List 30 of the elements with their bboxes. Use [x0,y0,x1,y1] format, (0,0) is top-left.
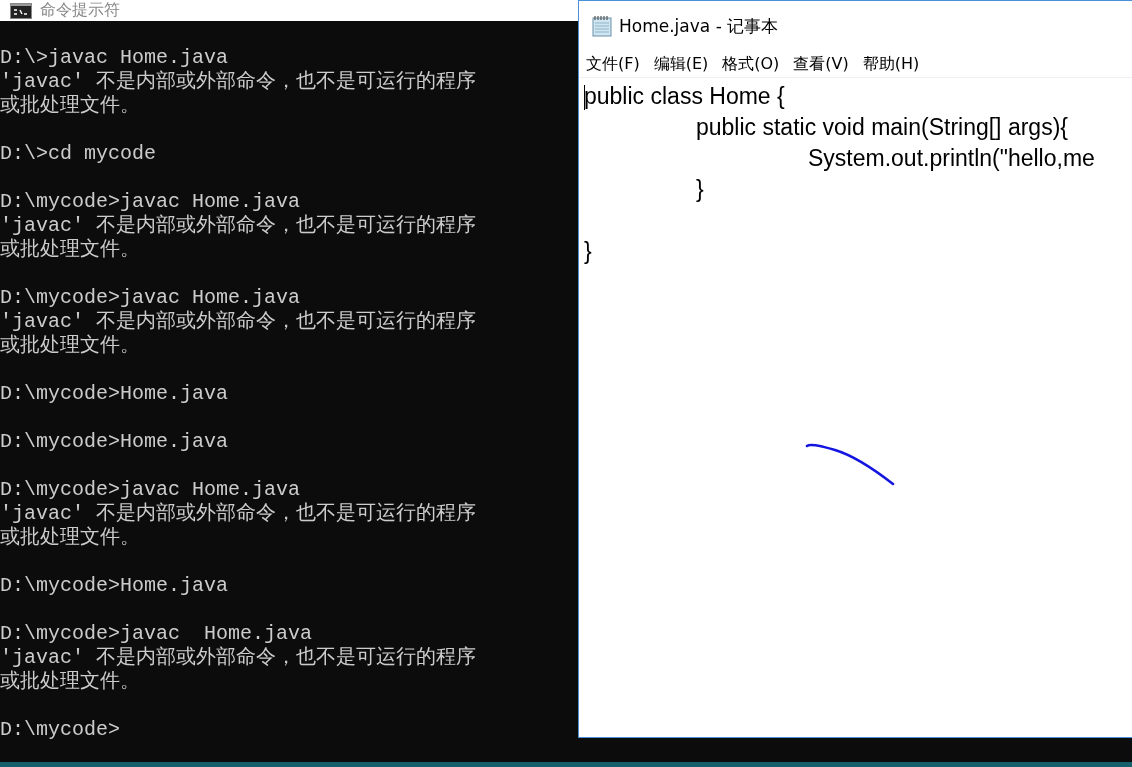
window-title: Home.java - 记事本 [619,14,779,38]
notepad-icon [592,15,612,37]
console-line: D:\mycode>javac Home.java [0,622,313,646]
text-content[interactable]: public class Home { public static void main(String[] args){ System.out.println("hello,me } } [584,81,1095,267]
console-line: 或批处理文件。 [0,334,140,358]
console-line: 'javac' 不是内部或外部命令，也不是可运行的程序 [0,502,476,526]
console-line: 或批处理文件。 [0,526,140,550]
text-cursor [584,85,585,110]
console-line: 或批处理文件。 [0,238,140,262]
menu-item[interactable]: 查看(V) [793,53,849,75]
console-line: 'javac' 不是内部或外部命令，也不是可运行的程序 [0,310,476,334]
console-line: 或批处理文件。 [0,94,140,118]
menu-item[interactable]: 帮助(H) [862,53,920,75]
menu-item[interactable]: 格式(O) [722,53,780,75]
console-line: 'javac' 不是内部或外部命令，也不是可运行的程序 [0,70,476,94]
console-line: 或批处理文件。 [0,670,140,694]
console-line: 'javac' 不是内部或外部命令，也不是可运行的程序 [0,214,476,238]
console-line: D:\mycode>javac Home.java [0,190,301,214]
console-line: D:\mycode>Home.java [0,382,229,406]
console-line: D:\>javac Home.java [0,46,229,70]
console-line: D:\mycode> [0,718,121,742]
console-line: 'javac' 不是内部或外部命令，也不是可运行的程序 [0,646,476,670]
menu-item[interactable]: 编辑(E) [653,53,709,75]
menu-item[interactable]: 文件(F) [586,53,640,75]
console-line: D:\mycode>javac Home.java [0,286,301,310]
console-line: D:\mycode>javac Home.java [0,478,301,502]
console-line: D:\mycode>Home.java [0,574,229,598]
console-line: D:\mycode>Home.java [0,430,229,454]
console-line: D:\>cd mycode [0,142,157,166]
window-title: 命令提示符 [40,0,120,21]
